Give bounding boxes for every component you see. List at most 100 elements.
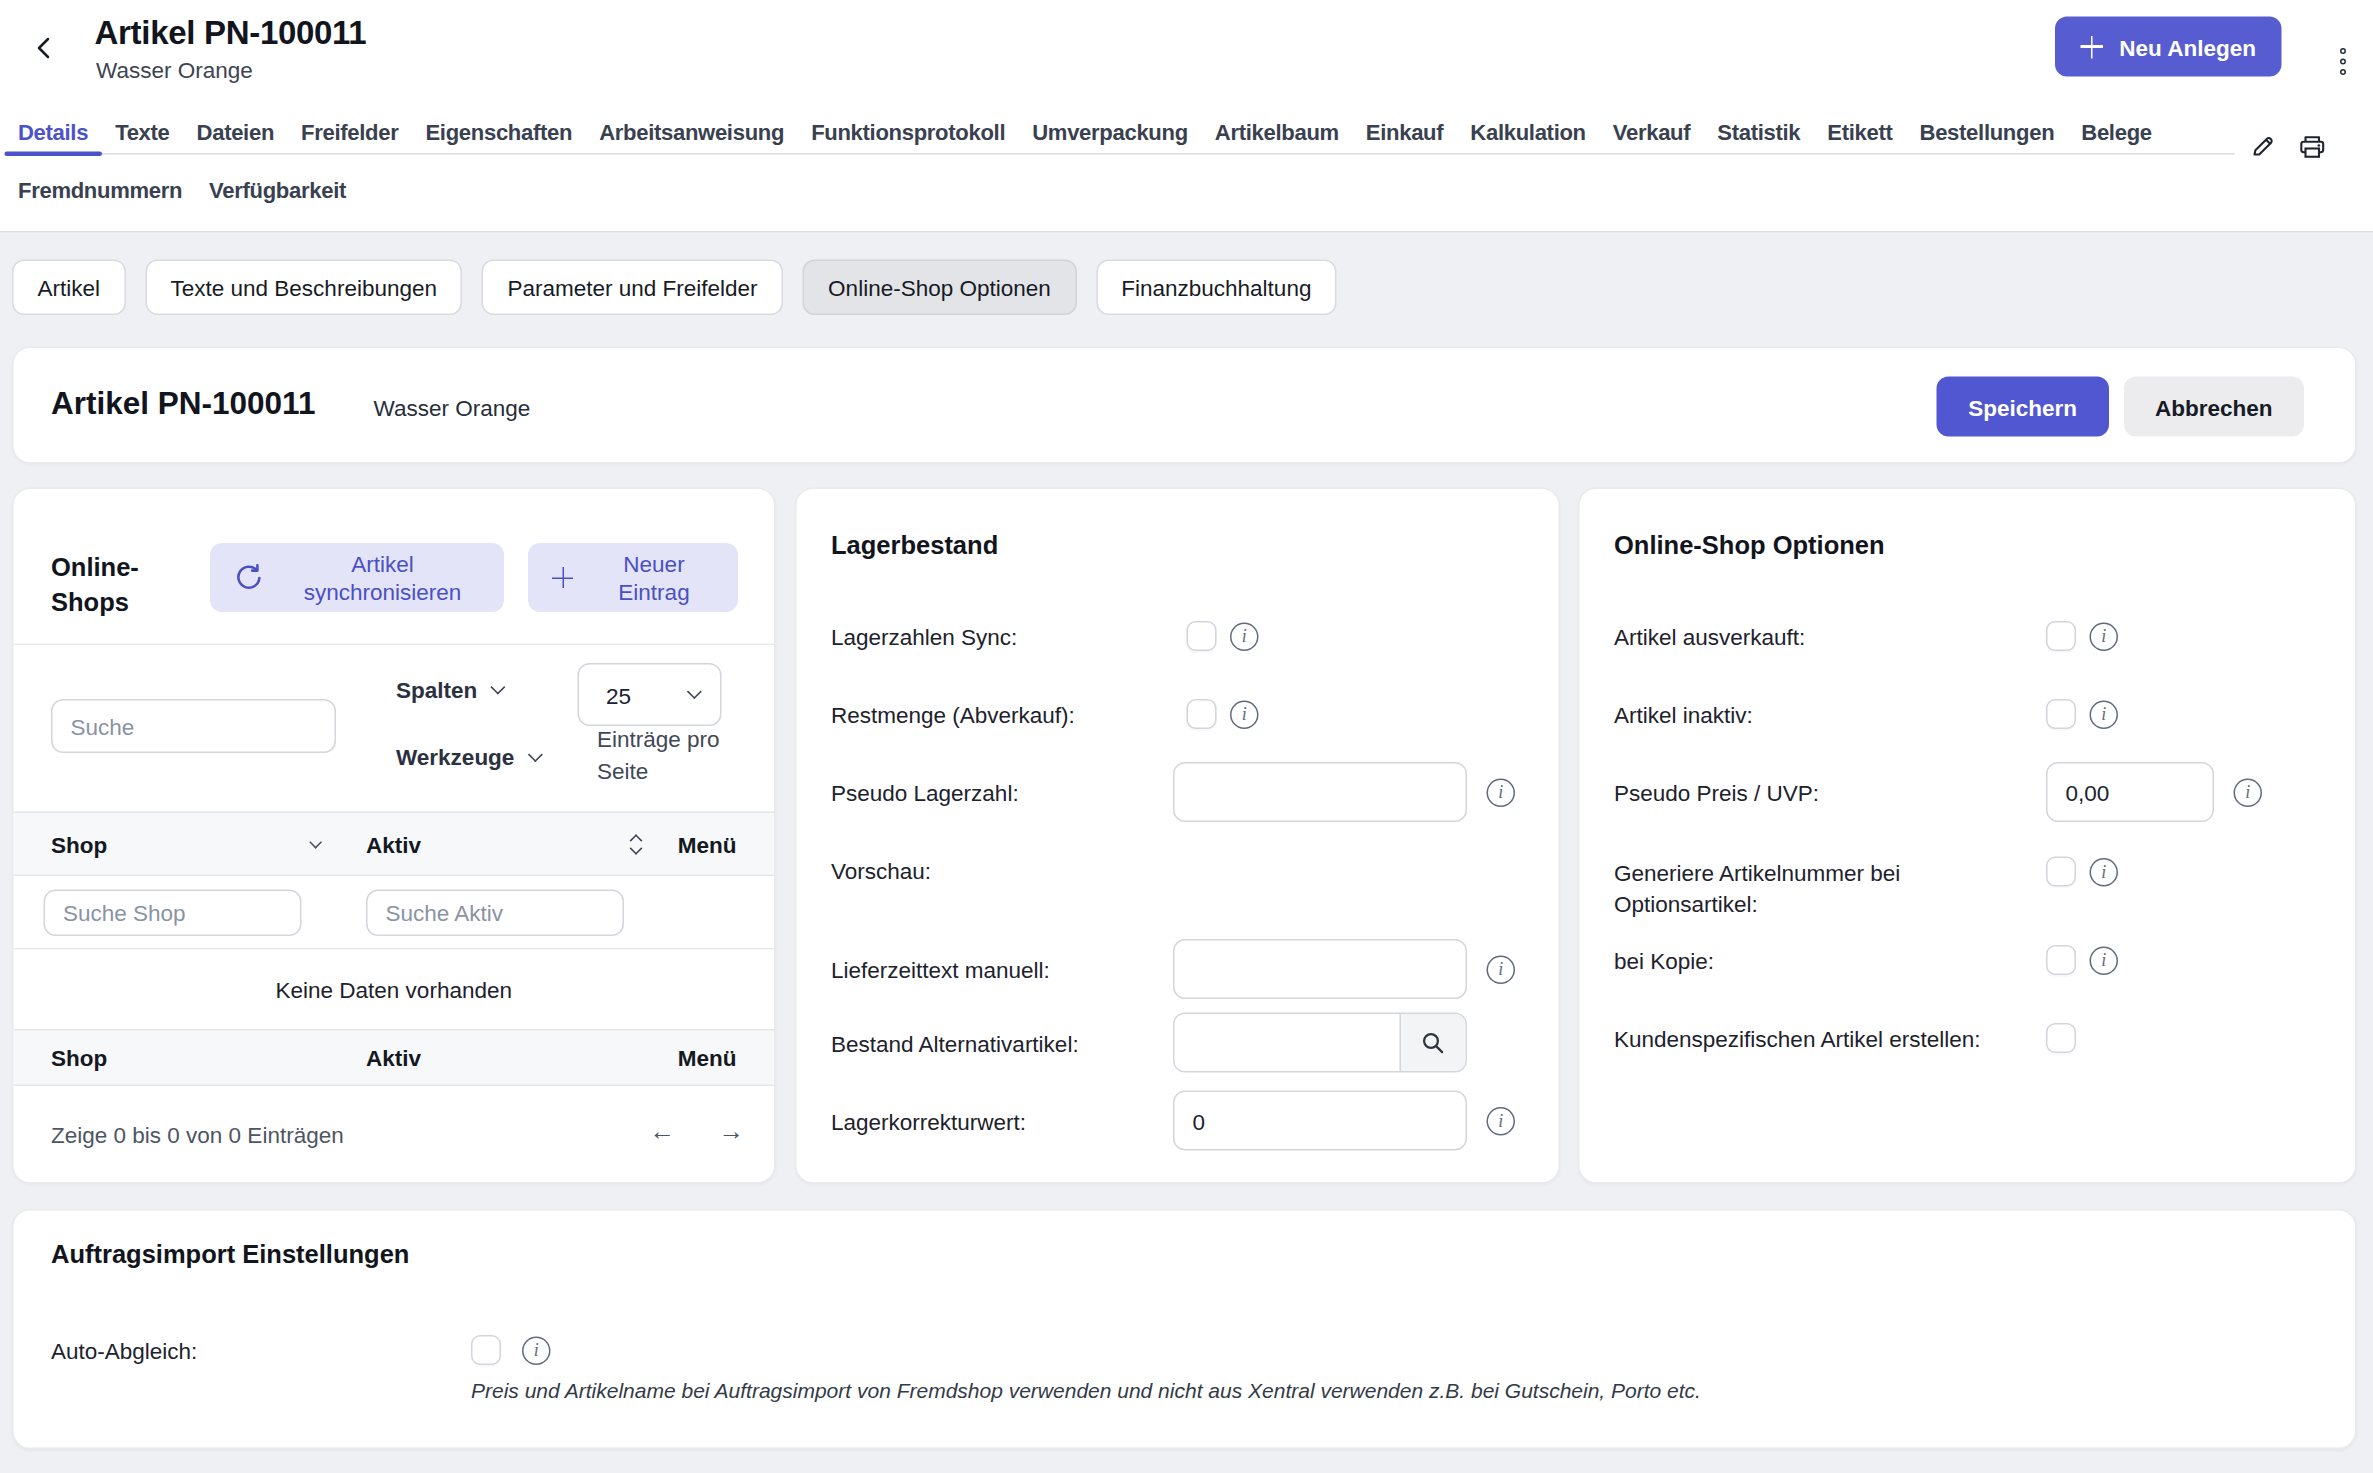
empty-state: Keine Daten vorhanden [14,950,775,1030]
tab-artikelbaum[interactable]: Artikelbaum [1201,113,1352,154]
shop-optionen-panel: Online-Shop Optionen Artikel ausverkauft… [1578,488,2357,1184]
info-icon[interactable]: i [1487,778,1516,807]
kundenspezifisch-checkbox[interactable] [2046,1023,2076,1053]
artikel-inaktiv-checkbox[interactable] [2046,699,2076,729]
info-icon[interactable]: i [2090,622,2119,651]
sync-articles-button[interactable]: Artikel synchronisieren [210,543,504,612]
sort-icon[interactable] [632,833,641,854]
tab-details[interactable]: Details [5,113,102,154]
pill-artikel[interactable]: Artikel [12,260,126,316]
info-icon[interactable]: i [2090,858,2119,887]
tab-fremdnummern[interactable]: Fremdnummern [5,171,196,210]
tab-einkauf[interactable]: Einkauf [1352,113,1456,154]
info-icon[interactable]: i [2090,700,2119,729]
form-row-lagerzahlen-sync: Lagerzahlen Sync: i [797,597,1559,675]
new-entry-button[interactable]: Neuer Eintrag [528,543,738,612]
cancel-button[interactable]: Abbrechen [2123,377,2304,437]
info-icon[interactable]: i [1230,700,1259,729]
info-icon[interactable]: i [1230,622,1259,651]
tab-belege[interactable]: Belege [2068,113,2165,154]
artikel-ausverkauft-checkbox[interactable] [2046,621,2076,651]
new-entry-label: Neuer Eintrag [588,549,720,606]
form-row-lagerkorrekturwert: Lagerkorrekturwert: i [797,1082,1559,1160]
tab-dateien[interactable]: Dateien [183,113,287,154]
auftragsimport-title: Auftragsimport Einstellungen [51,1241,409,1271]
field-label: Restmenge (Abverkauf): [831,701,1173,727]
plus-icon [552,567,573,588]
chevron-left-icon [35,36,53,60]
tab-bestellungen[interactable]: Bestellungen [1906,113,2068,154]
print-icon[interactable] [2298,134,2327,161]
column-aktiv: Aktiv [366,1045,421,1071]
pseudo-preis-input[interactable] [2046,762,2214,822]
generiere-artikelnummer-checkbox[interactable] [2046,857,2076,887]
new-article-button[interactable]: Neu Anlegen [2055,17,2282,77]
sync-icon [234,563,264,593]
info-icon[interactable]: i [2090,946,2119,975]
bei-kopie-checkbox[interactable] [2046,945,2076,975]
info-icon[interactable]: i [1487,1106,1516,1135]
filter-row [14,876,775,950]
pill-finanzbuchhaltung[interactable]: Finanzbuchhaltung [1096,260,1337,316]
tab-umverpackung[interactable]: Umverpackung [1019,113,1202,154]
tab-freifelder[interactable]: Freifelder [288,113,412,154]
back-button[interactable] [27,32,60,65]
entries-summary: Zeige 0 bis 0 von 0 Einträgen [51,1122,344,1148]
column-menu: Menü [678,1045,737,1071]
more-options-button[interactable] [2333,33,2354,90]
form-row-bestand-alternativartikel: Bestand Alternativartikel: [797,1004,1559,1082]
form-row-restmenge: Restmenge (Abverkauf): i [797,675,1559,753]
tab-arbeitsanweisung[interactable]: Arbeitsanweisung [586,113,798,154]
auto-abgleich-checkbox[interactable] [471,1335,501,1365]
restmenge-checkbox[interactable] [1187,699,1217,729]
tab-kalkulation[interactable]: Kalkulation [1457,113,1599,154]
tab-funktionsprotokoll[interactable]: Funktionsprotokoll [798,113,1019,154]
field-label: Lieferzeittext manuell: [831,956,1173,982]
form-row-artikel-ausverkauft: Artikel ausverkauft: i [1580,597,2356,675]
tab-texte[interactable]: Texte [102,113,183,154]
shop-optionen-title: Online-Shop Optionen [1580,489,2356,564]
next-page-arrow[interactable]: → [719,1118,745,1148]
info-icon[interactable]: i [2234,778,2263,807]
tab-verfuegbarkeit[interactable]: Verfügbarkeit [196,171,360,210]
chevron-down-icon [491,680,506,695]
page-title: Artikel PN-100011 [95,14,367,53]
tab-etikett[interactable]: Etikett [1814,113,1906,154]
pseudo-lagerzahl-input[interactable] [1173,762,1467,822]
tab-verkauf[interactable]: Verkauf [1599,113,1704,154]
section-pills: Artikel Texte und Beschreibungen Paramet… [12,260,2373,316]
lagerzahlen-sync-checkbox[interactable] [1187,621,1217,651]
form-row-bei-kopie: bei Kopie: i [1580,921,2356,999]
search-input[interactable] [51,699,336,753]
prev-page-arrow[interactable]: ← [650,1118,676,1148]
lagerkorrekturwert-input[interactable] [1173,1091,1467,1151]
form-row-pseudo-preis: Pseudo Preis / UVP: i [1580,753,2356,831]
article-search-button[interactable] [1400,1014,1466,1071]
edit-icon[interactable] [2249,134,2276,161]
tools-dropdown[interactable]: Werkzeuge [396,744,538,770]
page-size-select[interactable]: 25 [578,663,722,726]
column-aktiv[interactable]: Aktiv [366,831,421,857]
online-shops-panel: Online-Shops Artikel synchronisieren Neu… [12,488,776,1184]
field-label: Artikel inaktiv: [1614,701,2042,727]
filter-aktiv-input[interactable] [366,890,624,937]
bestand-alternativartikel-input[interactable] [1175,1014,1400,1071]
lieferzeittext-input[interactable] [1173,939,1467,999]
form-row-vorschau: Vorschau: [797,831,1559,909]
table-footer-header: Shop Aktiv Menü [14,1029,775,1086]
pill-texte-und-beschreibungen[interactable]: Texte und Beschreibungen [145,260,462,316]
tab-eigenschaften[interactable]: Eigenschaften [412,113,586,154]
info-icon[interactable]: i [1487,955,1516,984]
columns-dropdown[interactable]: Spalten [396,677,501,703]
save-button[interactable]: Speichern [1937,377,2109,437]
form-row-artikel-inaktiv: Artikel inaktiv: i [1580,675,2356,753]
pill-parameter-und-freifelder[interactable]: Parameter und Freifelder [482,260,783,316]
pill-online-shop-optionen[interactable]: Online-Shop Optionen [803,260,1077,316]
column-shop[interactable]: Shop [51,831,107,857]
sort-chevron-icon[interactable] [309,827,318,853]
sync-articles-label: Artikel synchronisieren [279,549,486,606]
tab-statistik[interactable]: Statistik [1704,113,1814,154]
info-icon[interactable]: i [522,1337,551,1366]
page-size-value: 25 [606,682,631,708]
filter-shop-input[interactable] [44,890,302,937]
